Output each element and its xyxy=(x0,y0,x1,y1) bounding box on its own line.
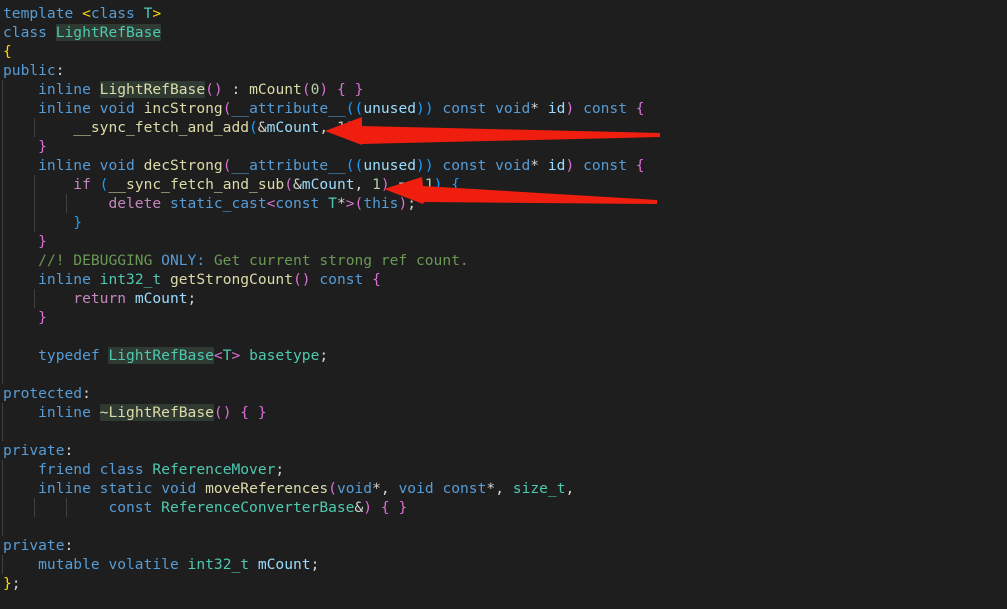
code-line[interactable]: inline int32_t getStrongCount() const { xyxy=(0,270,1007,289)
code-line[interactable]: inline LightRefBase() : mCount(0) { } xyxy=(0,80,1007,99)
code-line[interactable]: } xyxy=(0,308,1007,327)
code-line[interactable]: private: xyxy=(0,441,1007,460)
code-line[interactable]: delete static_cast<const T*>(this); xyxy=(0,194,1007,213)
code-line[interactable]: } xyxy=(0,137,1007,156)
code-line[interactable]: if (__sync_fetch_and_sub(&mCount, 1) == … xyxy=(0,175,1007,194)
code-line[interactable]: inline ~LightRefBase() { } xyxy=(0,403,1007,422)
code-line[interactable]: private: xyxy=(0,536,1007,555)
code-content[interactable]: template <class T> class LightRefBase { … xyxy=(0,0,1007,593)
code-line[interactable] xyxy=(0,422,1007,441)
code-line[interactable]: mutable volatile int32_t mCount; xyxy=(0,555,1007,574)
code-line[interactable]: } xyxy=(0,232,1007,251)
code-line[interactable]: class LightRefBase xyxy=(0,23,1007,42)
code-editor[interactable]: template <class T> class LightRefBase { … xyxy=(0,0,1007,609)
code-line[interactable]: inline void decStrong(__attribute__((unu… xyxy=(0,156,1007,175)
code-line[interactable] xyxy=(0,517,1007,536)
code-line[interactable]: //! DEBUGGING ONLY: Get current strong r… xyxy=(0,251,1007,270)
code-line[interactable]: { xyxy=(0,42,1007,61)
code-line[interactable]: typedef LightRefBase<T> basetype; xyxy=(0,346,1007,365)
code-line[interactable]: const ReferenceConverterBase&) { } xyxy=(0,498,1007,517)
code-line[interactable]: __sync_fetch_and_add(&mCount, 1); xyxy=(0,118,1007,137)
code-line[interactable] xyxy=(0,327,1007,346)
code-line[interactable]: return mCount; xyxy=(0,289,1007,308)
code-line[interactable]: friend class ReferenceMover; xyxy=(0,460,1007,479)
code-line[interactable]: protected: xyxy=(0,384,1007,403)
code-line[interactable]: template <class T> xyxy=(0,4,1007,23)
code-line[interactable]: public: xyxy=(0,61,1007,80)
code-line[interactable]: inline static void moveReferences(void*,… xyxy=(0,479,1007,498)
code-line[interactable] xyxy=(0,365,1007,384)
code-line[interactable]: } xyxy=(0,213,1007,232)
code-line[interactable]: inline void incStrong(__attribute__((unu… xyxy=(0,99,1007,118)
code-line[interactable]: }; xyxy=(0,574,1007,593)
